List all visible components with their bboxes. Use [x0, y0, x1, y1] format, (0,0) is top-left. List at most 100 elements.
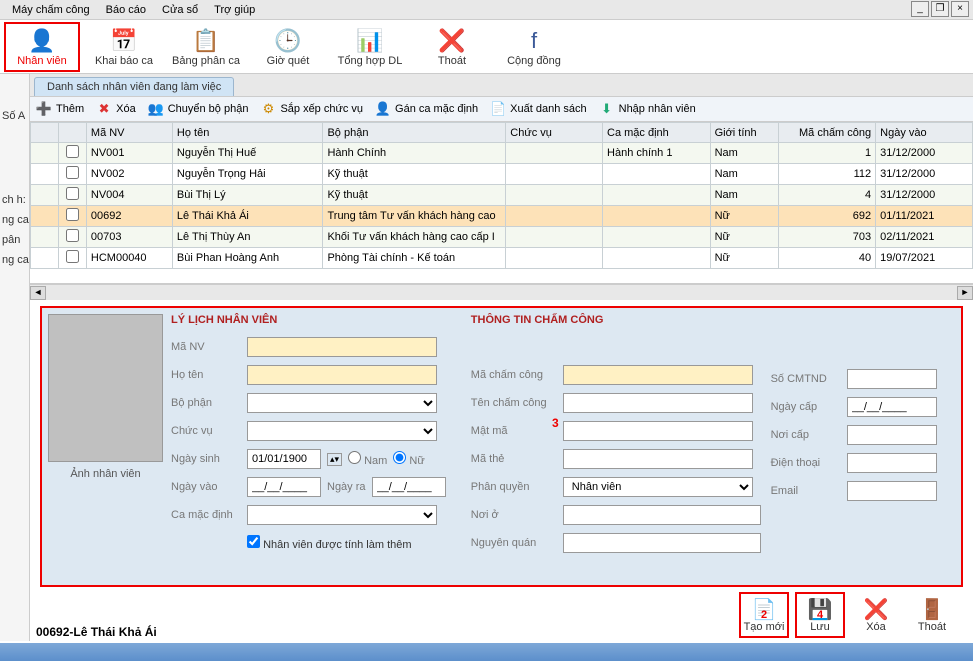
input-noi-cap[interactable]	[847, 425, 937, 445]
toolbar-khai-báo-ca[interactable]: 📅Khai báo ca	[86, 22, 162, 72]
input-ten-cc[interactable]	[563, 393, 753, 413]
button-tạo-mới[interactable]: 📄2Tạo mới	[739, 592, 789, 638]
row-selector[interactable]	[31, 248, 59, 269]
button-thoát[interactable]: 🚪Thoát	[907, 592, 957, 638]
input-ma-nv[interactable]	[247, 337, 437, 357]
col-header[interactable]: Giới tính	[710, 123, 779, 143]
toolbar-label: Nhân viên	[17, 55, 67, 67]
toolbar-cộng-đồng[interactable]: fCộng đồng	[496, 22, 572, 72]
cell-gioi-tinh: Nữ	[710, 227, 779, 248]
action-xuất-danh-sách[interactable]: 📄Xuất danh sách	[490, 101, 586, 117]
toolbar-nhân-viên[interactable]: 👤Nhân viên	[4, 22, 80, 72]
selected-employee-label: 00692-Lê Thái Khả Ái	[36, 625, 157, 639]
action-gán-ca-mặc-định[interactable]: 👤Gán ca mặc định	[375, 101, 478, 117]
cell-ngay-vao: 01/11/2021	[876, 206, 973, 227]
cell-ma-cc: 40	[779, 248, 876, 269]
row-checkbox[interactable]	[58, 143, 86, 164]
table-row[interactable]: NV004Bùi Thị LýKỹ thuậtNam431/12/2000	[31, 185, 973, 206]
table-row[interactable]: HCM00040Bùi Phan Hoàng AnhPhòng Tài chín…	[31, 248, 973, 269]
photo-caption: Ảnh nhân viên	[48, 468, 163, 480]
grid-scrollbar[interactable]: ◄►	[30, 284, 973, 300]
col-header[interactable]	[31, 123, 59, 143]
table-row[interactable]: NV002Nguyễn Trọng HảiKỹ thuậtNam11231/12…	[31, 164, 973, 185]
action-nhập-nhân-viên[interactable]: ⬇Nhập nhân viên	[599, 101, 696, 117]
input-ma-cc[interactable]	[563, 365, 753, 385]
col-header[interactable]: Ca mặc định	[603, 123, 711, 143]
action-icon: ➕	[36, 101, 52, 117]
col-header[interactable]: Ngày vào	[876, 123, 973, 143]
table-row[interactable]: 00692Lê Thái Khả ÁiTrung tâm Tư vấn khác…	[31, 206, 973, 227]
row-checkbox[interactable]	[58, 164, 86, 185]
form-button-bar: 📄2Tạo mới💾4Lưu❌Xóa🚪Thoát	[30, 589, 973, 641]
menu-cua-so[interactable]: Cửa sổ	[154, 2, 206, 18]
cell-gioi-tinh: Nam	[710, 185, 779, 206]
tab-strip: Danh sách nhân viên đang làm việc	[30, 74, 973, 96]
col-header[interactable]: Mã NV	[86, 123, 172, 143]
toolbar-bảng-phân-ca[interactable]: 📋Bảng phân ca	[168, 22, 244, 72]
tab-danh-sach[interactable]: Danh sách nhân viên đang làm việc	[34, 77, 234, 96]
col-header[interactable]	[58, 123, 86, 143]
table-row[interactable]: 00703Lê Thị Thùy AnKhối Tư vấn khách hàn…	[31, 227, 973, 248]
button-label: Thoát	[918, 621, 946, 633]
date-spinner[interactable]: ▴▾	[327, 453, 342, 466]
input-ngay-ra[interactable]	[372, 477, 446, 497]
toolbar-tổng-hợp-dl[interactable]: 📊Tổng hợp DL	[332, 22, 408, 72]
select-bo-phan[interactable]	[247, 393, 437, 413]
menu-bao-cao[interactable]: Báo cáo	[98, 2, 154, 18]
col-header[interactable]: Họ tên	[172, 123, 323, 143]
col-header[interactable]: Chức vụ	[506, 123, 603, 143]
col-header[interactable]: Bộ phận	[323, 123, 506, 143]
input-nguyen-quan[interactable]	[563, 533, 761, 553]
label-chuc-vu: Chức vụ	[171, 425, 241, 437]
table-row[interactable]: NV001Nguyễn Thị HuếHành ChínhHành chính …	[31, 143, 973, 164]
select-ca-mac-dinh[interactable]	[247, 505, 437, 525]
button-xóa[interactable]: ❌Xóa	[851, 592, 901, 638]
input-dien-thoai[interactable]	[847, 453, 937, 473]
left-sidebar: Số Ach h:ng capânng ca	[0, 74, 30, 641]
row-checkbox[interactable]	[58, 248, 86, 269]
input-mat-ma[interactable]	[563, 421, 753, 441]
radio-nu[interactable]	[393, 451, 406, 464]
row-checkbox[interactable]	[58, 227, 86, 248]
menu-tro-giup[interactable]: Trợ giúp	[206, 2, 263, 18]
window-close[interactable]: ×	[951, 1, 969, 17]
input-ho-ten[interactable]	[247, 365, 437, 385]
action-label: Gán ca mặc định	[395, 103, 478, 115]
cell-ho-ten: Nguyễn Thị Huế	[172, 143, 323, 164]
employee-grid[interactable]: Mã NVHọ tênBộ phậnChức vụCa mặc địnhGiới…	[30, 122, 973, 284]
action-chuyển-bộ-phận[interactable]: 👥Chuyển bộ phận	[148, 101, 249, 117]
row-selector[interactable]	[31, 227, 59, 248]
input-ma-the[interactable]	[563, 449, 753, 469]
label-ngay-cap: Ngày cấp	[771, 401, 841, 413]
menu-may-cham-cong[interactable]: Máy chấm công	[4, 2, 98, 18]
input-cmtnd[interactable]	[847, 369, 937, 389]
row-selector[interactable]	[31, 143, 59, 164]
row-selector[interactable]	[31, 206, 59, 227]
row-selector[interactable]	[31, 185, 59, 206]
window-restore[interactable]: ❐	[931, 1, 949, 17]
radio-nam[interactable]	[348, 451, 361, 464]
input-noi-o[interactable]	[563, 505, 761, 525]
toolbar-thoát[interactable]: ❌Thoát	[414, 22, 490, 72]
toolbar-giờ-quét[interactable]: 🕒Giờ quét	[250, 22, 326, 72]
row-selector[interactable]	[31, 164, 59, 185]
input-ngay-vao[interactable]	[247, 477, 321, 497]
label-ca-mac-dinh: Ca mặc định	[171, 509, 241, 521]
button-lưu[interactable]: 💾4Lưu	[795, 592, 845, 638]
check-lam-them[interactable]	[247, 535, 260, 548]
select-chuc-vu[interactable]	[247, 421, 437, 441]
action-sắp-xếp-chức-vụ[interactable]: ⚙Sắp xếp chức vụ	[260, 101, 363, 117]
row-checkbox[interactable]	[58, 185, 86, 206]
label-ngay-ra: Ngày ra	[327, 481, 366, 493]
grid-action-bar: ➕Thêm ✖Xóa 👥Chuyển bộ phận ⚙Sắp xếp chức vụ…	[30, 96, 973, 122]
action-thêm[interactable]: ➕Thêm	[36, 101, 84, 117]
col-header[interactable]: Mã chấm công	[779, 123, 876, 143]
input-ngay-sinh[interactable]	[247, 449, 321, 469]
input-ngay-cap[interactable]	[847, 397, 937, 417]
action-xóa[interactable]: ✖Xóa	[96, 101, 136, 117]
window-minimize[interactable]: _	[911, 1, 929, 17]
row-checkbox[interactable]	[58, 206, 86, 227]
employee-photo[interactable]	[48, 314, 163, 462]
input-email[interactable]	[847, 481, 937, 501]
select-phan-quyen[interactable]: Nhân viên	[563, 477, 753, 497]
